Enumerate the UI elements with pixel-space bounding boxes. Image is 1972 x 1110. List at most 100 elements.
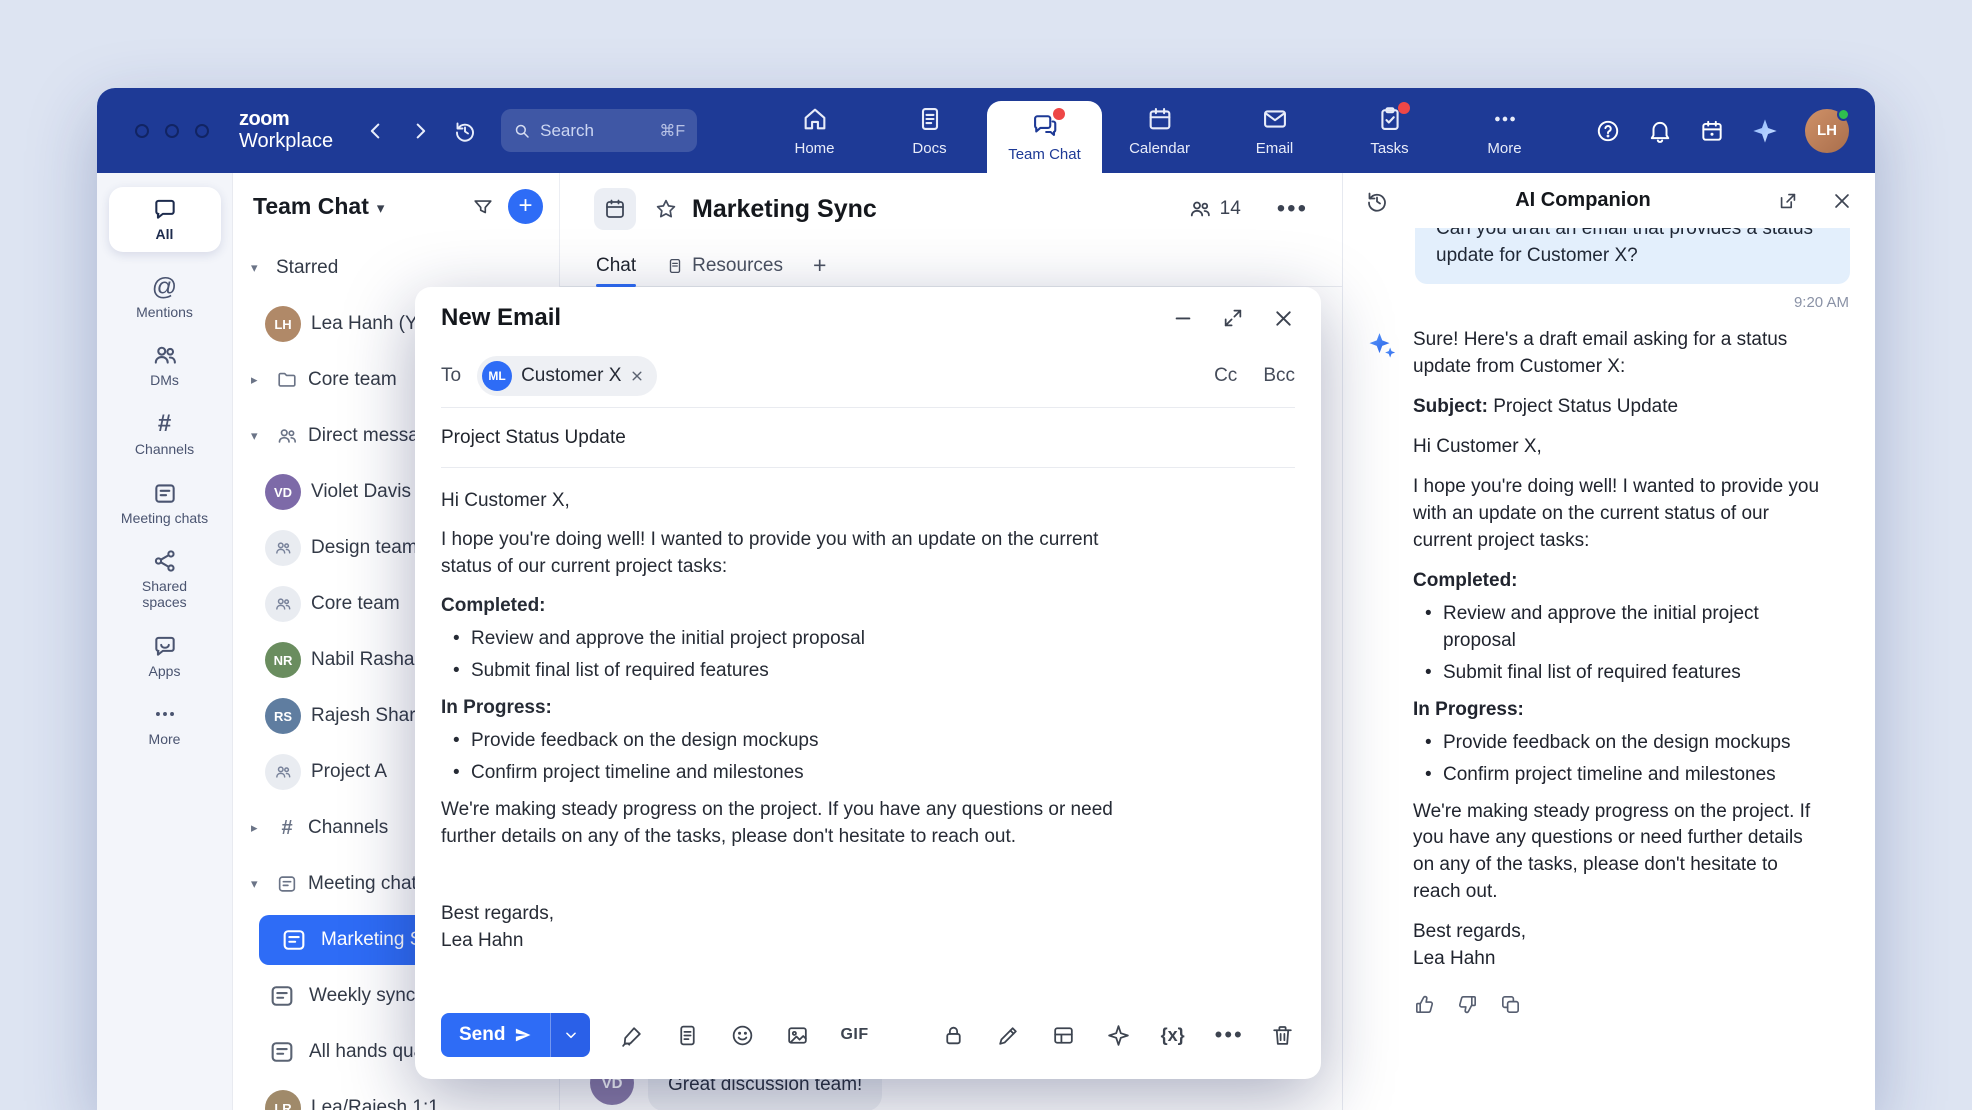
gif-button[interactable]: GIF: [840, 1026, 868, 1044]
ai-conversation[interactable]: Can you draft an email that provides a s…: [1343, 228, 1875, 1110]
edit-pencil-icon[interactable]: [996, 1023, 1021, 1048]
remove-recipient-icon[interactable]: [630, 369, 644, 383]
rail-item-channels[interactable]: # Channels: [109, 411, 221, 458]
history-icon[interactable]: [1365, 189, 1389, 213]
list-item: Provide feedback on the design mockups: [453, 728, 1131, 755]
avatar: VD: [265, 474, 301, 510]
rail-item-dms[interactable]: DMs: [109, 342, 221, 389]
cc-button[interactable]: Cc: [1214, 365, 1237, 387]
recipient-chip[interactable]: ML Customer X: [477, 356, 657, 396]
nav-home[interactable]: Home: [757, 88, 872, 173]
close-icon[interactable]: [1831, 190, 1853, 212]
app-window: zoom Workplace ⌘F Ho: [97, 88, 1875, 1110]
attach-file-icon[interactable]: [675, 1023, 700, 1048]
email-body[interactable]: Hi Customer X, I hope you're doing well!…: [415, 468, 1321, 991]
window-controls[interactable]: [135, 124, 209, 138]
nav-calendar[interactable]: Calendar: [1102, 88, 1217, 173]
nav-email[interactable]: Email: [1217, 88, 1332, 173]
rail-item-apps[interactable]: Apps: [109, 633, 221, 680]
sidebar-title[interactable]: Team Chat: [253, 193, 369, 220]
template-layout-icon[interactable]: [1051, 1023, 1076, 1048]
trash-icon[interactable]: [1270, 1023, 1295, 1048]
search-shortcut: ⌘F: [659, 121, 685, 141]
signature-pen-icon[interactable]: [620, 1023, 645, 1048]
list-item: Confirm project timeline and milestones: [453, 760, 1131, 787]
nav-label: Calendar: [1129, 140, 1190, 157]
ai-signature: Lea Hahn: [1413, 946, 1828, 973]
chat-title: Marketing Sync: [692, 195, 877, 224]
filter-icon[interactable]: [472, 196, 494, 218]
user-avatar[interactable]: LH: [1805, 109, 1849, 153]
section-label: Meeting chats: [308, 873, 426, 895]
help-icon[interactable]: [1595, 118, 1621, 144]
rail-label: All: [120, 227, 210, 243]
sidebar-item-lea-rajesh[interactable]: LR Lea/Rajesh 1:1: [233, 1080, 559, 1110]
search-icon: [513, 122, 531, 140]
open-in-new-icon[interactable]: [1777, 190, 1799, 212]
minimize-icon[interactable]: [1172, 307, 1194, 329]
rail-label: Channels: [120, 442, 210, 458]
emoji-icon[interactable]: [730, 1023, 755, 1048]
chat-options-menu[interactable]: •••: [1277, 195, 1308, 223]
ai-in-progress-heading: In Progress:: [1413, 697, 1828, 724]
close-icon[interactable]: [1272, 307, 1295, 330]
meeting-chats-icon: [152, 480, 178, 506]
rail-item-all[interactable]: All: [109, 187, 221, 252]
nav-docs[interactable]: Docs: [872, 88, 987, 173]
back-icon[interactable]: [365, 120, 387, 142]
rail-item-mentions[interactable]: @ Mentions: [109, 274, 221, 321]
rail-item-meeting-chats[interactable]: Meeting chats: [109, 480, 221, 527]
ai-companion-icon[interactable]: [1751, 117, 1779, 145]
zoom-workplace-logo: zoom Workplace: [239, 109, 333, 152]
thumbs-down-icon[interactable]: [1456, 993, 1479, 1016]
member-count[interactable]: 14: [1188, 197, 1241, 221]
window-minimize-dot[interactable]: [165, 124, 179, 138]
dms-people-icon: [152, 342, 178, 368]
ai-sparkle-icon[interactable]: [1106, 1023, 1131, 1048]
recipient-name: Customer X: [521, 365, 621, 387]
chevron-right-icon: ▸: [251, 372, 266, 388]
channels-hash-icon: #: [158, 411, 171, 437]
more-tools-button[interactable]: •••: [1215, 1022, 1244, 1048]
schedule-calendar-icon[interactable]: [1699, 118, 1725, 144]
nav-label: Home: [794, 140, 834, 157]
bcc-button[interactable]: Bcc: [1263, 365, 1295, 387]
list-item-label: Weekly sync: [309, 985, 415, 1007]
new-chat-button[interactable]: +: [508, 189, 543, 224]
expand-icon[interactable]: [1222, 307, 1244, 329]
thumbs-up-icon[interactable]: [1413, 993, 1436, 1016]
rail-item-more[interactable]: More: [109, 701, 221, 748]
notifications-bell-icon[interactable]: [1647, 118, 1673, 144]
nav-label: Team Chat: [1008, 146, 1081, 163]
avatar: LR: [265, 1090, 301, 1110]
subject-field[interactable]: Project Status Update: [441, 408, 1295, 468]
nav-more[interactable]: More: [1447, 88, 1562, 173]
search-input[interactable]: [540, 121, 650, 141]
rail-item-shared-spaces[interactable]: Shared spaces: [109, 548, 221, 610]
nav-team-chat[interactable]: Team Chat: [987, 101, 1102, 173]
meeting-chat-icon: [265, 979, 299, 1013]
copy-icon[interactable]: [1499, 993, 1522, 1016]
ai-intro: Sure! Here's a draft email asking for a …: [1413, 327, 1828, 381]
chevron-down-icon: ▾: [251, 260, 266, 276]
paper-plane-icon: [514, 1026, 532, 1044]
lock-icon[interactable]: [941, 1023, 966, 1048]
add-tab-button[interactable]: +: [813, 252, 826, 279]
ai-closing: We're making steady progress on the proj…: [1413, 799, 1828, 907]
send-options-dropdown[interactable]: [550, 1013, 590, 1057]
nav-tasks[interactable]: Tasks: [1332, 88, 1447, 173]
chevron-down-icon: ▾: [251, 428, 266, 444]
tab-resources[interactable]: Resources: [666, 245, 783, 286]
history-icon[interactable]: [453, 119, 477, 143]
image-icon[interactable]: [785, 1023, 810, 1048]
window-zoom-dot[interactable]: [195, 124, 209, 138]
section-label: Starred: [276, 257, 338, 279]
forward-icon[interactable]: [409, 120, 431, 142]
send-button[interactable]: Send: [441, 1013, 550, 1057]
window-close-dot[interactable]: [135, 124, 149, 138]
code-snippet-button[interactable]: {x}: [1161, 1025, 1185, 1046]
rail-label: Apps: [120, 664, 210, 680]
star-icon[interactable]: [654, 197, 678, 221]
tab-chat[interactable]: Chat: [596, 245, 636, 286]
search-box[interactable]: ⌘F: [501, 109, 697, 152]
